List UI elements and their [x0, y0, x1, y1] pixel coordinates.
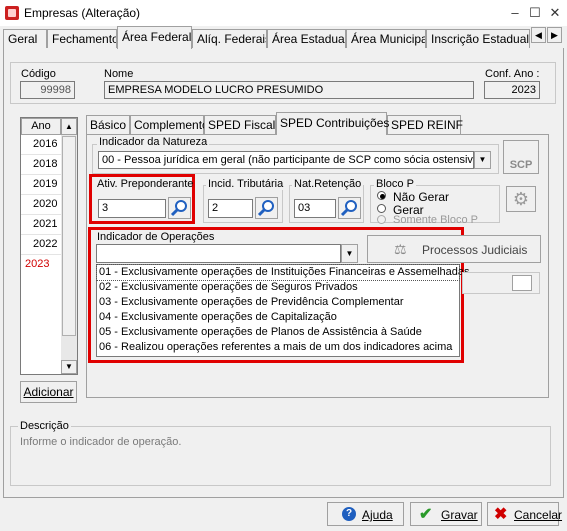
- tab-area-federal[interactable]: Área Federal: [117, 26, 192, 49]
- cancelar-button[interactable]: ✖ Cancelar: [487, 502, 563, 526]
- subtab-basico[interactable]: Básico: [86, 115, 130, 134]
- natret-label: Nat.Retenção: [292, 178, 364, 190]
- ativ-field[interactable]: 3: [98, 199, 166, 218]
- title-bar: Empresas (Alteração) – ☐ ✕: [0, 0, 567, 26]
- operacoes-option[interactable]: 02 - Exclusivamente operações de Seguros…: [97, 280, 459, 295]
- codigo-field[interactable]: 99998: [20, 81, 75, 99]
- adicionar-button[interactable]: Adicionar: [20, 381, 77, 403]
- radio-gerar[interactable]: [377, 204, 386, 213]
- radio-nao-gerar[interactable]: [377, 191, 386, 200]
- chevron-down-icon[interactable]: ▼: [474, 151, 491, 169]
- subtab-complemento[interactable]: Complemento: [130, 115, 209, 134]
- conf-ano-label: Conf. Ano :: [485, 68, 540, 80]
- scales-icon: ⚖: [394, 241, 407, 257]
- descricao-group: [10, 426, 551, 486]
- year-scroll-thumb[interactable]: [62, 136, 76, 336]
- tab-area-municipal[interactable]: Área Municipal: [346, 29, 426, 48]
- help-icon: ?: [342, 507, 356, 521]
- natret-field[interactable]: 03: [294, 199, 336, 218]
- bloco-label: Bloco P: [374, 178, 416, 190]
- search-icon[interactable]: [255, 197, 278, 219]
- year-item[interactable]: 2022: [21, 235, 61, 255]
- operacoes-option[interactable]: 06 - Realizou operações referentes a mai…: [97, 340, 459, 355]
- gear-icon[interactable]: ⚙: [506, 186, 536, 212]
- processos-judiciais-button[interactable]: ⚖ Processos Judiciais: [367, 235, 541, 263]
- close-icon: ✖: [494, 506, 508, 523]
- natureza-label: Indicador da Natureza: [97, 136, 210, 148]
- hidden-field-button[interactable]: [512, 275, 532, 291]
- scroll-up-icon[interactable]: ▲: [61, 118, 77, 135]
- radio-nao-gerar-label: Não Gerar: [393, 190, 450, 204]
- main-tabs: Geral Fechamento Área Federal Alíq. Fede…: [0, 26, 567, 49]
- scp-button[interactable]: SCP: [503, 140, 539, 174]
- tab-scroll-left-icon[interactable]: ◀: [531, 27, 546, 43]
- gravar-button[interactable]: ✔ Gravar: [410, 502, 482, 526]
- cancelar-label: Cancelar: [514, 508, 563, 522]
- minimize-button[interactable]: –: [504, 4, 526, 22]
- radio-somente-bloco-p[interactable]: [377, 215, 386, 224]
- subtab-sped-fiscal[interactable]: SPED Fiscal: [204, 115, 276, 134]
- nome-label: Nome: [104, 68, 134, 80]
- operacoes-option[interactable]: 04 - Exclusivamente operações de Capital…: [97, 310, 459, 325]
- chevron-down-icon[interactable]: ▼: [341, 244, 358, 263]
- year-item-selected[interactable]: 2023: [21, 255, 61, 274]
- tab-scroll-right-icon[interactable]: ▶: [547, 27, 562, 43]
- incid-field[interactable]: 2: [208, 199, 253, 218]
- search-icon[interactable]: [168, 197, 191, 219]
- app-icon: [5, 6, 19, 20]
- window-title: Empresas (Alteração): [24, 6, 141, 20]
- gravar-label: Gravar: [441, 508, 478, 522]
- subtab-sped-reinf[interactable]: SPED REINF: [387, 115, 463, 134]
- search-icon[interactable]: [338, 197, 361, 219]
- operacoes-option[interactable]: 05 - Exclusivamente operações de Planos …: [97, 325, 459, 340]
- ajuda-button[interactable]: ? Ajuda: [327, 502, 404, 526]
- year-item[interactable]: 2020: [21, 195, 61, 215]
- operacoes-dropdown-list[interactable]: 01 - Exclusivamente operações de Institu…: [96, 264, 470, 357]
- operacoes-option[interactable]: 03 - Exclusivamente operações de Previdê…: [97, 295, 459, 310]
- processos-judiciais-label: Processos Judiciais: [422, 243, 528, 257]
- check-icon: ✔: [419, 506, 433, 523]
- tab-aliq-federais[interactable]: Alíq. Federais: [192, 29, 267, 48]
- year-item[interactable]: 2016: [21, 135, 61, 155]
- descricao-label: Descrição: [18, 420, 71, 432]
- close-button[interactable]: ✕: [544, 4, 566, 22]
- year-list-header: Ano: [21, 118, 61, 135]
- descricao-text: Informe o indicador de operação.: [20, 436, 182, 448]
- ajuda-label: Ajuda: [362, 508, 393, 522]
- ativ-label: Ativ. Preponderante: [97, 178, 194, 190]
- codigo-label: Código: [21, 68, 56, 80]
- operacoes-label: Indicador de Operações: [97, 231, 215, 243]
- nome-field[interactable]: EMPRESA MODELO LUCRO PRESUMIDO: [104, 81, 474, 99]
- maximize-button[interactable]: ☐: [524, 4, 546, 22]
- radio-somente-bloco-p-label: Somente Bloco P: [393, 214, 478, 226]
- subtab-sped-contribuicoes[interactable]: SPED Contribuições: [276, 112, 389, 135]
- incid-label: Incid. Tributária: [206, 178, 286, 190]
- conf-ano-field[interactable]: 2023: [484, 81, 540, 99]
- year-item[interactable]: 2021: [21, 215, 61, 235]
- year-list[interactable]: Ano ▲ ▼ 2016 2016 2018 2019 2020 2021 20…: [20, 117, 78, 375]
- year-item[interactable]: 2019: [21, 175, 61, 195]
- operacoes-select[interactable]: [96, 244, 341, 263]
- scroll-down-icon[interactable]: ▼: [61, 360, 77, 374]
- tab-area-estadual[interactable]: Área Estadual: [267, 29, 346, 48]
- tab-geral[interactable]: Geral: [3, 29, 47, 48]
- year-item[interactable]: 2018: [21, 155, 61, 175]
- natureza-select[interactable]: 00 - Pessoa jurídica em geral (não parti…: [98, 151, 474, 169]
- operacoes-option[interactable]: 01 - Exclusivamente operações de Institu…: [96, 264, 470, 281]
- tab-fechamento[interactable]: Fechamento: [47, 29, 117, 48]
- tab-inscricao-estadual[interactable]: Inscrição Estadual S: [426, 29, 530, 48]
